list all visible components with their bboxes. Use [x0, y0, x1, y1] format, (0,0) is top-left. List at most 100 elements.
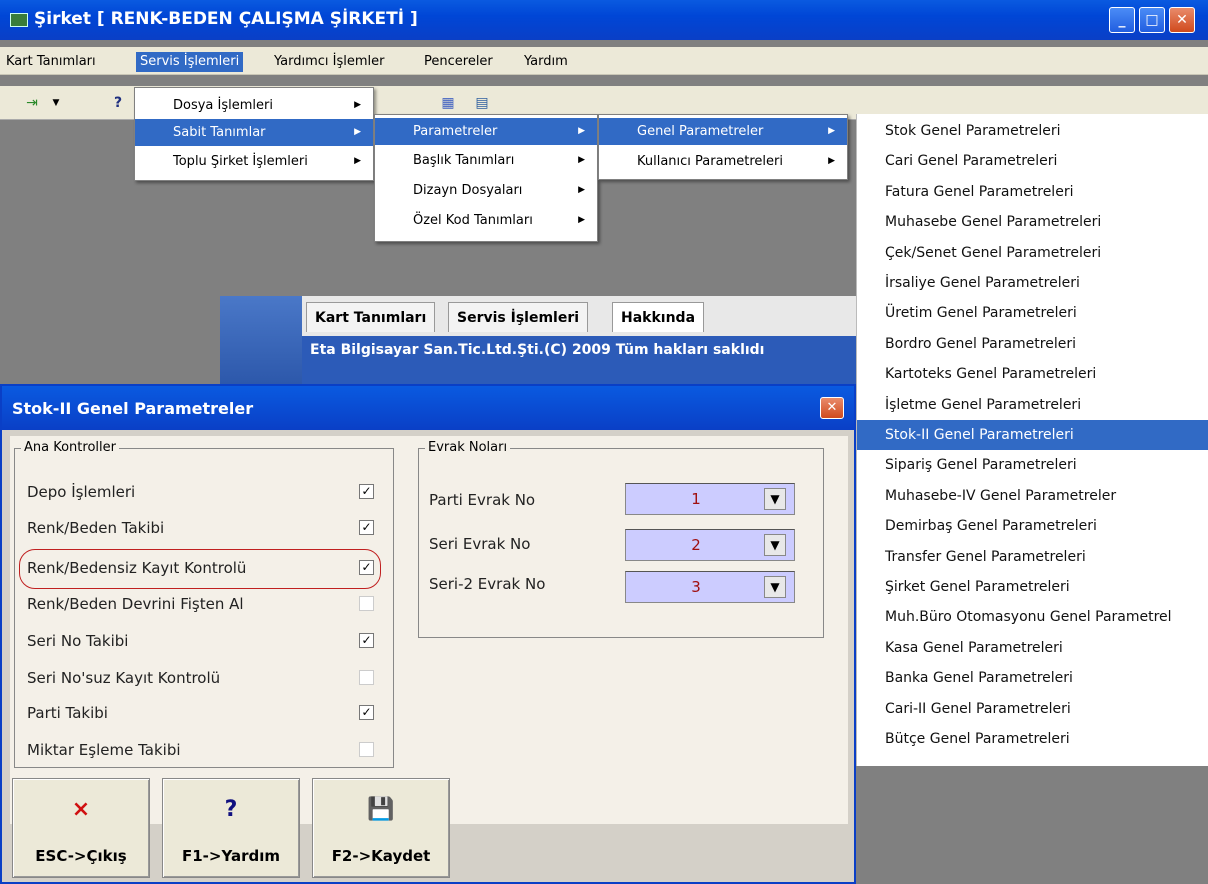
renk-beden-takibi-label: Renk/Beden Takibi [27, 519, 165, 537]
menu-item-kullanici-parametreleri[interactable]: Kullanıcı Parametreleri ▶ [599, 148, 847, 175]
list-item[interactable]: Cari Genel Parametreleri [857, 146, 1208, 176]
arrow-right-icon: ▶ [578, 155, 585, 165]
list-item[interactable]: Muhasebe-IV Genel Parametreler [857, 481, 1208, 511]
list-item-selected[interactable]: Stok-II Genel Parametreleri [857, 420, 1208, 451]
tool-icon[interactable]: ▦ [436, 91, 460, 115]
maximize-button[interactable]: □ [1139, 7, 1165, 33]
menu-item-label: Genel Parametreler [637, 124, 764, 139]
list-item[interactable]: İrsaliye Genel Parametreleri [857, 268, 1208, 298]
menu-item-label: Sabit Tanımlar [173, 125, 266, 140]
dialog-body: Ana Kontroller Depo İşlemleri ✓ Renk/Bed… [10, 436, 848, 824]
menu-item-sabit-tanimlar[interactable]: Sabit Tanımlar ▶ [135, 119, 373, 146]
seri-no-takibi-checkbox[interactable]: ✓ [359, 633, 374, 648]
menu-item-label: Özel Kod Tanımları [413, 213, 533, 228]
exit-button-label: ESC->Çıkış [35, 847, 127, 865]
copyright-banner: Eta Bilgisayar San.Tic.Ltd.Şti.(C) 2009 … [302, 336, 860, 386]
list-item[interactable]: Sipariş Genel Parametreleri [857, 450, 1208, 480]
chevron-down-icon[interactable]: ▼ [44, 91, 68, 115]
list-item[interactable]: Transfer Genel Parametreleri [857, 542, 1208, 572]
menu-bar: Kart Tanımları Servis İşlemleri Yardımcı… [0, 47, 1208, 75]
help-icon: ? [224, 797, 238, 822]
arrow-right-icon: ▶ [578, 126, 585, 136]
menu-item-dizayn-dosyalari[interactable]: Dizayn Dosyaları ▶ [375, 177, 597, 204]
list-item[interactable]: Demirbaş Genel Parametreleri [857, 511, 1208, 541]
menu-yardim[interactable]: Yardım [520, 52, 572, 72]
exit-door-icon[interactable]: ⇥ [20, 91, 44, 115]
ana-kontroller-group: Ana Kontroller Depo İşlemleri ✓ Renk/Bed… [14, 440, 394, 768]
menu-pencereler[interactable]: Pencereler [420, 52, 497, 72]
app-icon [10, 13, 28, 27]
seri-nosuz-kayit-label: Seri No'suz Kayıt Kontrolü [27, 669, 221, 687]
menu-item-dosya-islemleri[interactable]: Dosya İşlemleri ▶ [135, 92, 373, 119]
seri-evrak-no-value: 2 [691, 536, 701, 554]
bg-tab-hakkinda[interactable]: Hakkında [612, 302, 705, 332]
miktar-esleme-label: Miktar Eşleme Takibi [27, 741, 181, 759]
bg-tab-servis-islemleri[interactable]: Servis İşlemleri [448, 302, 589, 332]
list-item[interactable]: Kartoteks Genel Parametreleri [857, 359, 1208, 389]
seri-no-takibi-label: Seri No Takibi [27, 632, 129, 650]
window-title: Şirket [ RENK-BEDEN ÇALIŞMA ŞİRKETİ ] [34, 9, 418, 29]
parti-evrak-no-label: Parti Evrak No [429, 491, 536, 509]
ana-kontroller-label: Ana Kontroller [21, 440, 119, 455]
copyright-text: Eta Bilgisayar San.Tic.Ltd.Şti.(C) 2009 … [310, 342, 765, 358]
calendar-icon[interactable]: ▤ [470, 91, 494, 115]
picker-icon[interactable]: ▼ [764, 534, 786, 556]
seri-nosuz-kayit-checkbox[interactable] [359, 670, 374, 685]
save-icon: 💾 [367, 797, 395, 822]
list-item[interactable]: Muhasebe Genel Parametreleri [857, 207, 1208, 237]
bg-tab-kart-tanimlari[interactable]: Kart Tanımları [306, 302, 436, 332]
arrow-right-icon: ▶ [354, 100, 361, 110]
renk-beden-devri-checkbox[interactable] [359, 596, 374, 611]
renk-beden-devri-label: Renk/Beden Devrini Fişten Al [27, 595, 244, 613]
renk-beden-takibi-checkbox[interactable]: ✓ [359, 520, 374, 535]
menu-item-ozel-kod-tanimlari[interactable]: Özel Kod Tanımları ▶ [375, 207, 597, 234]
menu-item-parametreler[interactable]: Parametreler ▶ [375, 118, 597, 145]
renk-bedensiz-kayit-checkbox[interactable]: ✓ [359, 560, 374, 575]
menu-item-label: Parametreler [413, 124, 498, 139]
close-button[interactable]: ✕ [1169, 7, 1195, 33]
list-item[interactable]: Şirket Genel Parametreleri [857, 572, 1208, 602]
menu-kart-tanimlari[interactable]: Kart Tanımları [2, 52, 100, 72]
list-item[interactable]: Kasa Genel Parametreleri [857, 633, 1208, 663]
renk-bedensiz-kayit-label: Renk/Bedensiz Kayıt Kontrolü [27, 559, 247, 577]
dialog-close-button[interactable]: ✕ [820, 397, 844, 419]
list-item[interactable]: Fatura Genel Parametreleri [857, 177, 1208, 207]
list-item[interactable]: Üretim Genel Parametreleri [857, 298, 1208, 328]
menu-item-toplu-sirket-islemleri[interactable]: Toplu Şirket İşlemleri ▶ [135, 148, 373, 175]
parti-takibi-checkbox[interactable]: ✓ [359, 705, 374, 720]
stok-ii-dialog: Stok-II Genel Parametreler ✕ Ana Kontrol… [0, 384, 856, 884]
list-item[interactable]: Bordro Genel Parametreleri [857, 329, 1208, 359]
arrow-right-icon: ▶ [578, 215, 585, 225]
menu-item-label: Kullanıcı Parametreleri [637, 154, 783, 169]
list-item[interactable]: İşletme Genel Parametreleri [857, 390, 1208, 420]
save-button-label: F2->Kaydet [331, 847, 431, 865]
picker-icon[interactable]: ▼ [764, 576, 786, 598]
minimize-button[interactable]: _ [1109, 7, 1135, 33]
parti-evrak-no-field[interactable]: 1 ▼ [625, 483, 795, 515]
depo-islemleri-checkbox[interactable]: ✓ [359, 484, 374, 499]
menu-item-genel-parametreler[interactable]: Genel Parametreler ▶ [599, 118, 847, 145]
parametreler-menu: Genel Parametreler ▶ Kullanıcı Parametrel… [598, 114, 848, 180]
list-item[interactable]: Çek/Senet Genel Parametreleri [857, 238, 1208, 268]
menu-yardimci-islemler[interactable]: Yardımcı İşlemler [270, 52, 389, 72]
help-button-label: F1->Yardım [182, 847, 280, 865]
arrow-right-icon: ▶ [578, 185, 585, 195]
seri-evrak-no-field[interactable]: 2 ▼ [625, 529, 795, 561]
list-item[interactable]: Muh.Büro Otomasyonu Genel Parametrel [857, 602, 1208, 632]
list-item[interactable]: Stok Genel Parametreleri [857, 116, 1208, 146]
list-item[interactable]: Bütçe Genel Parametreleri [857, 724, 1208, 754]
miktar-esleme-checkbox[interactable] [359, 742, 374, 757]
save-button[interactable]: 💾 F2->Kaydet [312, 778, 450, 878]
menu-item-baslik-tanimlari[interactable]: Başlık Tanımları ▶ [375, 147, 597, 174]
arrow-right-icon: ▶ [828, 126, 835, 136]
list-item[interactable]: Cari-II Genel Parametreleri [857, 694, 1208, 724]
help-button[interactable]: ? F1->Yardım [162, 778, 300, 878]
list-item[interactable]: Banka Genel Parametreleri [857, 663, 1208, 693]
genel-parametreler-list: Stok Genel Parametreleri Cari Genel Para… [856, 114, 1208, 766]
help-icon[interactable]: ? [106, 91, 130, 115]
seri-2-evrak-no-field[interactable]: 3 ▼ [625, 571, 795, 603]
exit-button[interactable]: × ESC->Çıkış [12, 778, 150, 878]
menu-servis-islemleri[interactable]: Servis İşlemleri [136, 52, 244, 72]
picker-icon[interactable]: ▼ [764, 488, 786, 510]
menu-item-label: Dizayn Dosyaları [413, 183, 523, 198]
